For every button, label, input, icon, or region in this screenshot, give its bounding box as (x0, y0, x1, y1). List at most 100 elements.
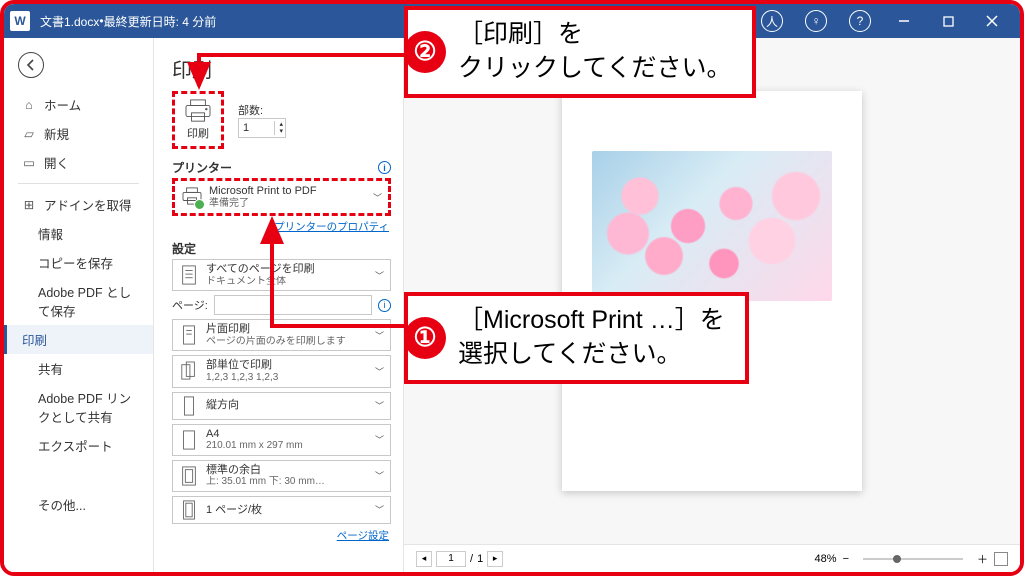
zoom-out-button[interactable]: − (843, 553, 849, 565)
preview-canvas (404, 38, 1020, 544)
backstage-sidebar: ⌂ホーム ▱ 新規 ▭ 開く ⊞ アドインを取得 情報 コピーを保存 Adobe PD… (4, 38, 154, 572)
document-icon: ▱ (22, 126, 36, 141)
option-orientation[interactable]: 縦方向 ﹀ (172, 392, 391, 420)
maximize-button[interactable] (926, 4, 970, 38)
copies-label: 部数: (238, 105, 263, 117)
help-button[interactable]: ? (838, 4, 882, 38)
option-papersize[interactable]: A4210.01 mm x 297 mm ﹀ (172, 424, 391, 456)
sidebar-label-share: 共有 (38, 359, 63, 378)
app-frame: W 文書1.docx • 最終更新日時: 4 分前 人 ♀ ? ⌂ホーム ▱新規… (0, 0, 1024, 576)
chevron-down-icon: ﹀ (375, 503, 384, 516)
chevron-down-icon: ﹀ (375, 433, 384, 446)
sidebar-label-savecopy: コピーを保存 (38, 253, 113, 272)
instruction-callout-2: ② ［印刷］を クリックしてください。 (404, 6, 756, 98)
account-button[interactable]: 人 (750, 4, 794, 38)
page-icon (179, 265, 199, 285)
callout-text-2: ［印刷］を クリックしてください。 (446, 10, 752, 94)
collate-icon (179, 361, 199, 381)
opt-collate-t1: 部単位で印刷 (206, 359, 368, 372)
opt-size-t2: 210.01 mm x 297 mm (206, 440, 356, 452)
sidebar-item-savepdf[interactable]: Adobe PDF として保存 (4, 277, 153, 325)
doc-name: 文書1.docx (40, 13, 99, 30)
chevron-down-icon: ﹀ (375, 469, 384, 482)
total-pages: 1 (477, 553, 483, 565)
annotation-arrow-to-print (189, 52, 419, 97)
next-page-button[interactable]: ▸ (487, 551, 503, 567)
opt-margin-t2: 上: 35.01 mm 下: 30 mm… (206, 476, 356, 488)
sidebar-item-other[interactable]: その他... (4, 490, 153, 519)
sidebar-label-info: 情報 (38, 224, 63, 243)
copies-spinner[interactable]: ▴▾ (279, 121, 283, 135)
zoom-knob[interactable] (893, 555, 901, 563)
zoom-in-button[interactable]: ＋ (977, 551, 988, 567)
sidebar-label-sharepdflink: Adobe PDF リンクとして共有 (38, 388, 143, 426)
sidebar-label-open: 開く (44, 153, 69, 172)
single-side-icon (179, 325, 199, 345)
opt-perpage-t1: 1 ページ/枚 (206, 504, 368, 517)
option-pages-per-sheet[interactable]: 1 ページ/枚 ﹀ (172, 496, 391, 524)
printer-icon (183, 99, 213, 123)
prev-page-button[interactable]: ◂ (416, 551, 432, 567)
zoom-percent: 48% (815, 553, 837, 565)
sidebar-label-print: 印刷 (22, 330, 47, 349)
print-button-label: 印刷 (187, 125, 209, 141)
printer-status: 準備完了 (209, 198, 367, 210)
preview-footer: ◂ 1 / 1 ▸ 48% − ＋ (404, 544, 1020, 572)
option-collate[interactable]: 部単位で印刷1,2,3 1,2,3 1,2,3 ﹀ (172, 355, 391, 387)
zoom-fit-button[interactable] (994, 552, 1008, 566)
close-button[interactable] (970, 4, 1014, 38)
sidebar-label-addins: アドインを取得 (44, 195, 132, 214)
coming-soon-button[interactable]: ♀ (794, 4, 838, 38)
page-range-label: ページ: (172, 297, 208, 313)
paper-size-icon (179, 430, 199, 450)
sidebar-item-savecopy[interactable]: コピーを保存 (4, 248, 153, 277)
portrait-icon (179, 396, 199, 416)
folder-open-icon: ▭ (22, 155, 36, 170)
sidebar-item-export[interactable]: エクスポート (4, 431, 153, 460)
sidebar-item-sharepdflink[interactable]: Adobe PDF リンクとして共有 (4, 383, 153, 431)
opt-orient-t1: 縦方向 (206, 399, 368, 412)
copies-input[interactable]: 1 ▴▾ (238, 118, 286, 138)
last-update-time: 最終更新日時: 4 分前 (104, 13, 217, 30)
page-separator: / (470, 553, 473, 565)
margins-icon (179, 466, 199, 486)
preview-page (562, 91, 862, 491)
chevron-down-icon: ﹀ (375, 365, 384, 378)
addins-icon: ⊞ (22, 197, 36, 212)
sidebar-label-savepdf: Adobe PDF として保存 (38, 282, 143, 320)
chevron-down-icon: ﹀ (375, 399, 384, 412)
info-icon[interactable]: i (378, 161, 391, 174)
document-image-sakura (592, 151, 832, 301)
minimize-button[interactable] (882, 4, 926, 38)
printer-name: Microsoft Print to PDF (209, 185, 367, 198)
sidebar-item-open[interactable]: ▭ 開く (4, 148, 153, 177)
home-icon: ⌂ (22, 98, 36, 112)
printer-selector[interactable]: Microsoft Print to PDF 準備完了 ﹀ (172, 178, 391, 216)
back-button[interactable] (18, 52, 44, 78)
chevron-down-icon: ﹀ (373, 191, 382, 204)
sidebar-item-print[interactable]: 印刷 (4, 325, 153, 354)
sidebar-label-other: その他... (38, 495, 86, 514)
page-setup-link[interactable]: ページ設定 (172, 528, 389, 543)
callout-number-1: ① (404, 317, 446, 359)
sidebar-label-new: 新規 (44, 124, 69, 143)
settings-section-label: 設定 (172, 240, 196, 257)
instruction-callout-1: ① ［Microsoft Print …］を 選択してください。 (404, 292, 749, 384)
annotation-arrow-to-printer (262, 214, 422, 339)
sidebar-label-export: エクスポート (38, 436, 113, 455)
sidebar-item-info[interactable]: 情報 (4, 219, 153, 248)
callout-number-2: ② (404, 31, 446, 73)
copies-value: 1 (243, 122, 249, 134)
option-margins[interactable]: 標準の余白上: 35.01 mm 下: 30 mm… ﹀ (172, 460, 391, 492)
current-page-input[interactable]: 1 (436, 551, 466, 567)
print-button[interactable]: 印刷 (172, 91, 224, 149)
opt-margin-t1: 標準の余白 (206, 464, 368, 477)
sidebar-item-share[interactable]: 共有 (4, 354, 153, 383)
sidebar-item-addins[interactable]: ⊞ アドインを取得 (4, 190, 153, 219)
zoom-slider[interactable] (863, 558, 963, 560)
opt-size-t1: A4 (206, 428, 368, 441)
ready-check-icon (194, 199, 205, 210)
sidebar-item-home[interactable]: ⌂ホーム (4, 90, 153, 119)
sidebar-item-new[interactable]: ▱ 新規 (4, 119, 153, 148)
word-app-icon: W (10, 11, 30, 31)
